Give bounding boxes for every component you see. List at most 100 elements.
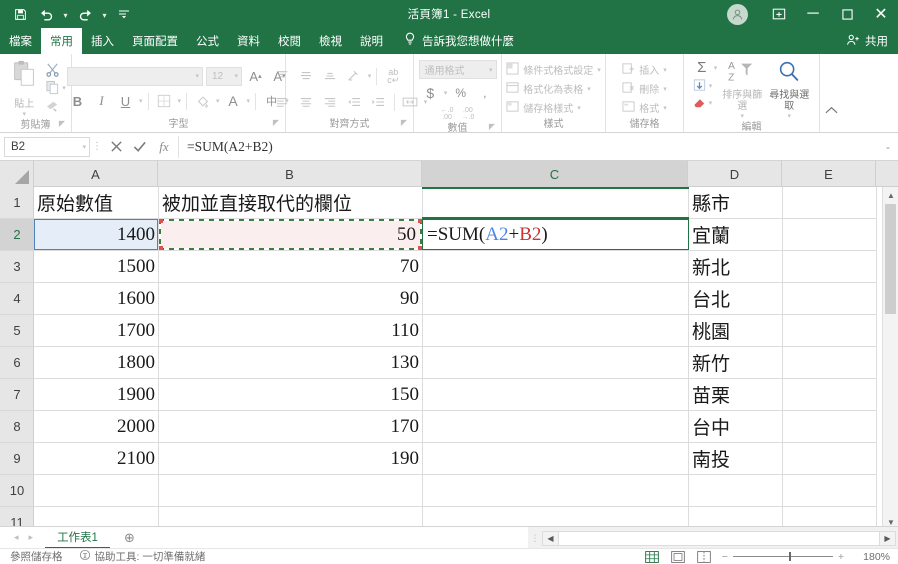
font-color-dropdown-icon[interactable]: ▾ [247,97,251,105]
cell-B9[interactable]: 190 [159,443,422,474]
currency-dropdown-icon[interactable]: ▾ [444,89,448,97]
name-box[interactable]: B2 ▾ [4,136,90,157]
cell-B7[interactable]: 150 [159,379,422,410]
increase-decimal-icon[interactable]: ←.0.00 [441,107,454,121]
cell-B5[interactable]: 110 [159,315,422,346]
chevron-down-icon[interactable]: ▾ [597,66,601,74]
chevron-down-icon[interactable]: ▾ [663,104,667,112]
delete-cells-button[interactable]: 刪除 ▾ [622,81,667,97]
cell-A4[interactable]: 1600 [34,283,158,314]
cell-B8[interactable]: 170 [159,411,422,442]
customize-quick-access-icon[interactable] [112,3,136,25]
cell-D8[interactable]: 台中 [689,411,782,442]
cell-D2[interactable]: 宜蘭 [689,219,782,250]
align-top-icon[interactable] [272,66,293,86]
insert-cells-button[interactable]: 插入 ▾ [622,62,667,78]
zoom-out-button[interactable]: − [722,551,728,563]
alignment-dialog-launcher[interactable]: ◤ [401,115,407,130]
row-header-2[interactable]: 2 [0,219,34,251]
row-header-1[interactable]: 1 [0,187,34,219]
normal-view-icon[interactable] [644,550,660,564]
percent-button[interactable]: % [450,83,471,103]
cell-A8[interactable]: 2000 [34,411,158,442]
cell-A6[interactable]: 1800 [34,347,158,378]
underline-dropdown-icon[interactable]: ▾ [139,97,143,105]
zoom-track[interactable] [732,552,833,561]
horizontal-scrollbar[interactable]: ◀ ▶ [542,530,896,546]
align-right-icon[interactable] [320,92,341,112]
redo-icon[interactable] [73,3,97,25]
bold-button[interactable]: B [67,91,88,111]
borders-dropdown-icon[interactable]: ▾ [178,97,182,105]
page-layout-view-icon[interactable] [670,550,686,564]
tab-view[interactable]: 檢視 [310,28,351,54]
row-header-8[interactable]: 8 [0,411,34,443]
chevron-down-icon[interactable]: ▾ [587,85,591,93]
sort-filter-button[interactable]: AZ 排序與篩選 ▾ [719,59,765,120]
row-header-10[interactable]: 10 [0,475,34,507]
column-header-a[interactable]: A [34,161,158,187]
cell-D3[interactable]: 新北 [689,251,782,282]
insert-function-button[interactable]: fx [152,136,176,158]
row-header-9[interactable]: 9 [0,443,34,475]
cell-D4[interactable]: 台北 [689,283,782,314]
name-box-dropdown-icon[interactable]: ▾ [82,143,86,151]
ribbon-display-options-icon[interactable] [762,0,796,28]
tab-review[interactable]: 校閱 [269,28,310,54]
minimize-button[interactable]: ─ [796,0,830,28]
font-name-dropdown-icon[interactable]: ▾ [195,72,199,80]
paste-dropdown-icon[interactable]: ▾ [22,110,26,118]
italic-button[interactable]: I [91,91,112,111]
font-size-dropdown-icon[interactable]: ▾ [234,72,238,80]
select-all-corner[interactable] [0,161,34,187]
tab-data[interactable]: 資料 [228,28,269,54]
cell-D6[interactable]: 新竹 [689,347,782,378]
fill-color-icon[interactable] [192,91,213,111]
next-sheet-icon[interactable]: ▸ [29,532,34,543]
autosum-button[interactable]: Σ ▾ [692,59,718,76]
redo-dropdown-icon[interactable]: ▾ [99,3,110,25]
cell-D5[interactable]: 桃園 [689,315,782,346]
cell-B4[interactable]: 90 [159,283,422,314]
column-header-c[interactable]: C [422,161,688,187]
format-painter-button[interactable] [45,98,66,113]
find-select-dropdown-icon[interactable]: ▾ [787,112,791,120]
autosum-dropdown-icon[interactable]: ▾ [714,64,718,72]
cell-D7[interactable]: 苗栗 [689,379,782,410]
font-color-icon[interactable]: A [223,91,244,111]
align-middle-icon[interactable] [296,66,317,86]
chevron-down-icon[interactable]: ▾ [577,104,581,112]
zoom-in-button[interactable]: + [838,551,844,563]
confirm-edit-button[interactable] [128,136,152,158]
chevron-down-icon[interactable]: ▾ [663,66,667,74]
row-header-6[interactable]: 6 [0,347,34,379]
expand-formula-bar-icon[interactable]: ⌄ [878,142,898,151]
clear-dropdown-icon[interactable]: ▾ [709,99,713,107]
cell-A1[interactable]: 原始數值 [34,187,158,218]
cell-A5[interactable]: 1700 [34,315,158,346]
fill-color-dropdown-icon[interactable]: ▾ [216,97,220,105]
user-account-icon[interactable] [727,3,748,25]
share-button[interactable]: 共用 [846,28,888,54]
clipboard-dialog-launcher[interactable]: ◤ [59,116,65,131]
add-sheet-icon[interactable]: ⊕ [124,530,135,546]
align-bottom-icon[interactable] [320,66,341,86]
zoom-level-label[interactable]: 180% [854,551,890,563]
formula-input[interactable]: =SUM(A2+B2) [178,135,878,158]
row-header-3[interactable]: 3 [0,251,34,283]
vertical-scroll-thumb[interactable] [885,204,896,314]
row-header-7[interactable]: 7 [0,379,34,411]
cell-A3[interactable]: 1500 [34,251,158,282]
undo-icon[interactable] [34,3,58,25]
find-select-button[interactable]: 尋找與選取 ▾ [767,59,811,120]
number-format-dropdown-icon[interactable]: ▾ [489,66,493,74]
tell-me-search[interactable]: 告訴我您想做什麼 [392,28,514,54]
cell-B1[interactable]: 被加並直接取代的欄位 [159,187,422,218]
cell-A2[interactable]: 1400 [34,219,158,250]
cell-B6[interactable]: 130 [159,347,422,378]
format-as-table-button[interactable]: 格式化為表格 ▾ [506,81,601,97]
column-header-b[interactable]: B [158,161,422,187]
borders-icon[interactable] [154,91,175,111]
scroll-up-icon[interactable]: ▲ [883,187,898,203]
paste-button[interactable]: 貼上 ▾ [5,59,43,118]
